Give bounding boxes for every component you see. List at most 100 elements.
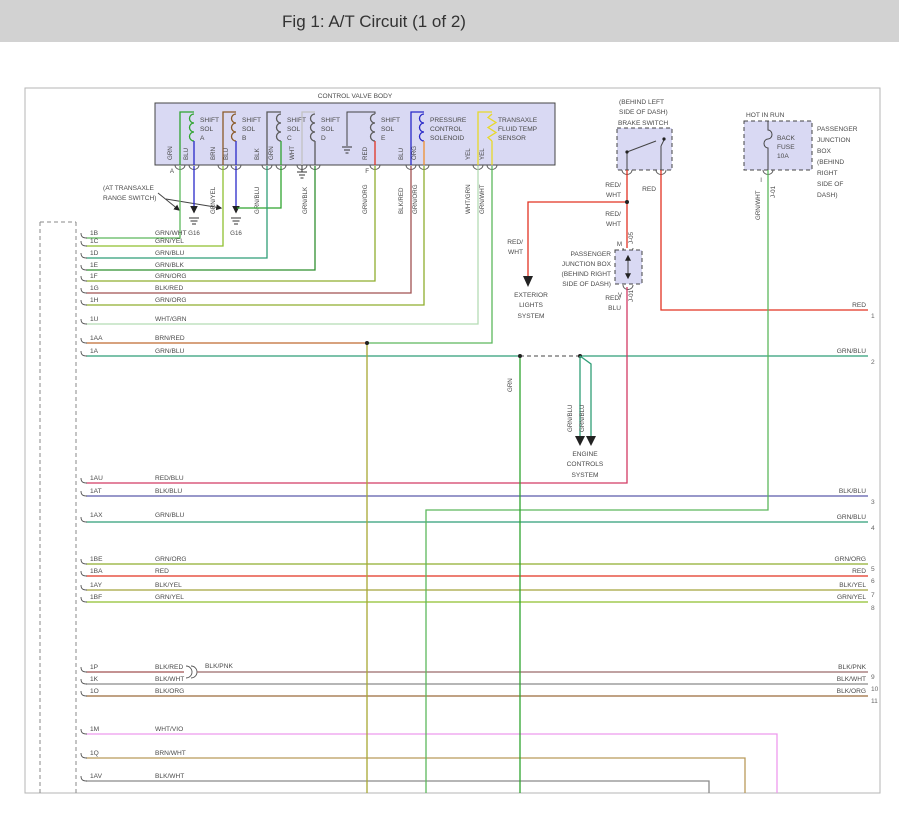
sol-e-l3: E <box>381 135 386 142</box>
eng-l1: ENGINE <box>572 451 598 458</box>
page-title: Fig 1: A/T Circuit (1 of 2) <box>282 12 466 31</box>
range-switch-note: (AT TRANSAXLE RANGE SWITCH) <box>103 185 221 210</box>
row-color: WHT/VIO <box>155 726 183 733</box>
sol-e-l1: SHIFT <box>381 117 400 124</box>
row-color: RED/BLU <box>155 475 184 482</box>
brake-loc-1: (BEHIND LEFT <box>619 99 664 106</box>
row-1k: 1KBLK/WHT <box>81 676 184 684</box>
fuse-side-3: BOX <box>817 148 832 155</box>
row-1c: 1C GRN/YEL <box>81 238 184 246</box>
row-color: GRN/ORG <box>155 273 187 280</box>
label-red-wht-a2: WHT <box>606 192 621 199</box>
row-id: 1F <box>90 273 98 280</box>
exit-num: 3 <box>871 499 875 506</box>
exit-num: 7 <box>871 592 875 599</box>
ground2-label: G16 <box>230 230 242 237</box>
inline-connector-arc-1 <box>186 666 192 678</box>
eng-arrow-1 <box>575 436 585 446</box>
row-color: WHT/GRN <box>155 316 187 323</box>
row-1f: 1F GRN/ORG <box>81 273 187 281</box>
label-blk-pnk-inline: BLK/PNK <box>205 663 233 670</box>
ground2-symbol <box>231 218 241 224</box>
exit-color: RED <box>852 302 866 309</box>
sol-e-l2: SOL <box>381 126 395 133</box>
row-color: GRN/BLK <box>155 262 185 269</box>
row-1av: 1AV BLK/WHT <box>81 773 184 781</box>
fuse-l2: FUSE <box>777 144 795 151</box>
wire-1av <box>86 781 709 793</box>
sol-d-in-label: WHT <box>289 146 296 160</box>
ext-l3: SYSTEM <box>517 313 544 320</box>
row-id: 1BF <box>90 594 102 601</box>
pjb-l4: SIDE OF DASH) <box>562 281 611 288</box>
row-id: 1C <box>90 238 99 245</box>
label-red-blu-2: BLU <box>608 305 621 312</box>
row-id: 1AT <box>90 488 102 495</box>
row-color: BLK/WHT <box>155 773 184 780</box>
pcs-out-label: ORG <box>411 146 418 160</box>
pjb-cup-v <box>623 285 633 289</box>
row-id: 1O <box>90 688 99 695</box>
row-color: BRN/WHT <box>155 750 186 757</box>
tfts-l2: FLUID TEMP <box>498 126 538 133</box>
fuse-side-7: DASH) <box>817 192 838 199</box>
pjb-code-m: J-05 <box>628 231 635 244</box>
cvb-title: CONTROL VALVE BODY <box>318 93 393 100</box>
fuse-side-2: JUNCTION <box>817 137 851 144</box>
row-color: GRN/YEL <box>155 238 184 245</box>
row-id: 1P <box>90 664 99 671</box>
pcs-l3: SOLENOID <box>430 135 464 142</box>
exit-4: GRN/BLU4 <box>837 514 875 532</box>
sol-a-l1: SHIFT <box>200 117 219 124</box>
hot-in-run-label: HOT IN RUN <box>746 112 785 119</box>
row-color: BLK/RED <box>155 285 183 292</box>
row-id: 1AV <box>90 773 103 780</box>
exit-color: BLK/WHT <box>837 676 866 683</box>
exterior-lights-system: EXTERIOR LIGHTS SYSTEM <box>514 292 548 320</box>
fuse-l3: 10A <box>777 153 789 160</box>
row-color: GRN/ORG <box>155 297 187 304</box>
brake-contact-dot-1 <box>625 150 628 153</box>
pcs-l2: CONTROL <box>430 126 463 133</box>
fuse-side-4: (BEHIND <box>817 159 844 166</box>
exit-color: BLK/BLU <box>839 488 866 495</box>
riser-label-grn-org-2: GRN/ORG <box>412 184 419 214</box>
row-color: BLK/YEL <box>155 582 182 589</box>
ground1-symbol <box>189 218 199 224</box>
title-bar: Fig 1: A/T Circuit (1 of 2) <box>0 0 899 42</box>
row-1d: 1DGRN/BLU <box>81 250 185 258</box>
pjb-pin-m: M <box>617 241 622 248</box>
sol-b-l3: B <box>242 135 247 142</box>
row-id: 1B <box>90 230 99 237</box>
sol-c-l3: C <box>287 135 292 142</box>
pjb-l3: (BEHIND RIGHT <box>562 271 611 278</box>
exit-color: GRN/YEL <box>837 594 866 601</box>
label-red-blu-1: RED/ <box>605 295 621 302</box>
row-1o: 1OBLK/ORG <box>81 688 184 696</box>
row-color: GRN/BLU <box>155 250 185 257</box>
exit-color: BLK/PNK <box>838 664 866 671</box>
brake-switch-label: BRAKE SWITCH <box>618 120 668 127</box>
exit-num: 5 <box>871 566 875 573</box>
row-id: 1AU <box>90 475 103 482</box>
sol-d-ground <box>297 165 307 178</box>
row-color: BLK/WHT <box>155 676 184 683</box>
fuse-side-text: PASSENGER JUNCTION BOX (BEHIND RIGHT SID… <box>817 126 858 199</box>
row-id: 1U <box>90 316 99 323</box>
row-1p: 1PBLK/RED <box>81 664 183 672</box>
row-color: GRN/BLU <box>155 348 185 355</box>
exit-color: BLK/YEL <box>839 582 866 589</box>
passenger-junction-box: M J-05 V J-01 PASSENGER JUNCTION BOX (BE… <box>562 231 642 312</box>
row-color: GRN/WHT <box>155 230 187 237</box>
label-grn-vertical: GRN <box>507 378 514 392</box>
row-id: 1AY <box>90 582 103 589</box>
label-red-wht-a1: RED/ <box>605 182 621 189</box>
sol-d-l1: SHIFT <box>321 117 340 124</box>
row-1at: 1ATBLK/BLU <box>81 488 182 496</box>
wire-1m <box>86 734 777 793</box>
row-id: 1A <box>90 348 99 355</box>
brake-switch-box <box>617 128 672 170</box>
brake-contact-dot-2 <box>662 137 665 140</box>
sol-a-out-label: BLU <box>183 148 190 160</box>
label-red-wht-b2: WHT <box>606 221 621 228</box>
